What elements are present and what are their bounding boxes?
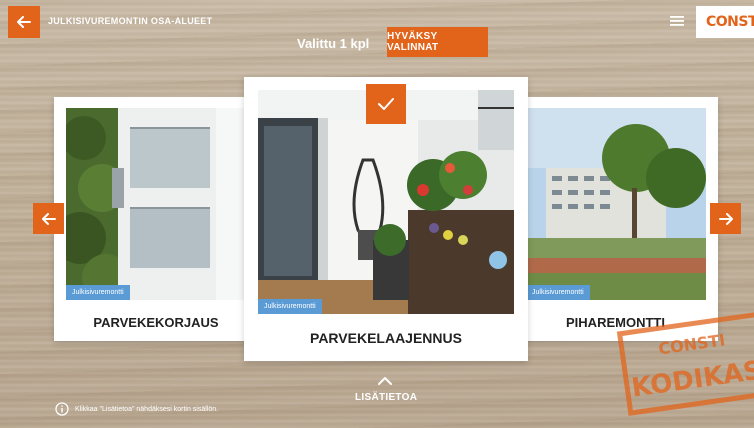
chevron-up-icon [378, 377, 392, 385]
accept-selections-button[interactable]: HYVÄKSY VALINNAT [387, 27, 488, 57]
carousel-prev-button[interactable] [33, 203, 64, 234]
menu-icon[interactable] [669, 14, 685, 28]
check-icon [378, 98, 394, 110]
info-icon [55, 402, 69, 416]
card-photo: Julkisivuremontti [526, 108, 706, 300]
card-title: PIHAREMONTTI [566, 315, 665, 330]
stamp-main-text: KODIKAS [630, 356, 754, 404]
card-title: PARVEKELAAJENNUS [310, 330, 462, 346]
card-piharemontti[interactable]: Julkisivuremontti PIHAREMONTTI [513, 97, 718, 341]
hint-text: Klikkaa "Lisätietoa" nähdäksesi kortin s… [55, 402, 218, 416]
hint-label: Klikkaa "Lisätietoa" nähdäksesi kortin s… [75, 405, 219, 413]
selected-count: Valittu 1 kpl [297, 36, 370, 51]
category-badge: Julkisivuremontti [258, 299, 322, 314]
card-photo: Julkisivuremontti [66, 108, 246, 300]
carousel-next-button[interactable] [710, 203, 741, 234]
page-title: JULKISIVUREMONTIN OSA-ALUEET [48, 16, 213, 26]
category-badge: Julkisivuremontti [526, 285, 590, 300]
back-arrow-icon [17, 16, 31, 28]
consti-logo: CONSTI [696, 6, 754, 38]
back-button[interactable] [8, 6, 40, 38]
selected-check[interactable] [366, 84, 406, 124]
card-parvekekorjaus[interactable]: Julkisivuremontti PARVEKEKORJAUS [54, 97, 258, 341]
chevron-left-icon [41, 212, 56, 225]
more-info-label: LISÄTIETOA [355, 392, 418, 403]
card-title: PARVEKEKORJAUS [93, 315, 219, 330]
more-info-button[interactable]: LISÄTIETOA [355, 372, 418, 403]
category-badge: Julkisivuremontti [66, 285, 130, 300]
chevron-right-icon [718, 212, 733, 225]
